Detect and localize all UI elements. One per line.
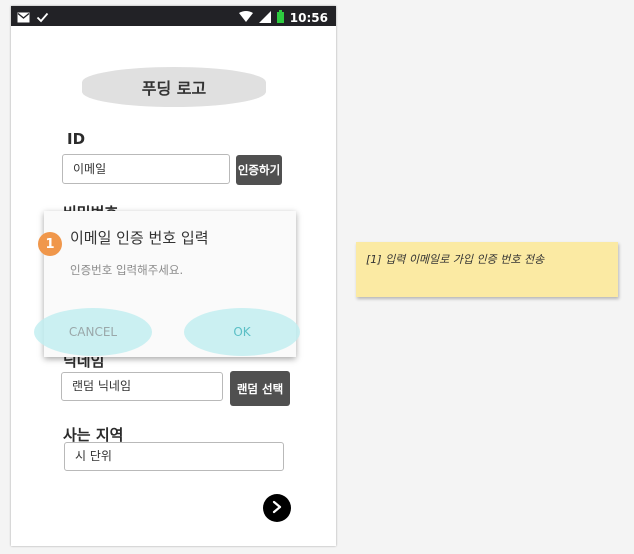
status-time: 10:56: [289, 10, 328, 25]
dialog-message: 인증번호 입력해주세요.: [70, 263, 184, 277]
dialog-title: 이메일 인증 번호 입력: [70, 229, 209, 247]
cancel-button[interactable]: CANCEL: [34, 308, 152, 356]
battery-icon: [276, 8, 284, 27]
app-logo: 푸딩 로고: [82, 67, 266, 107]
verify-button[interactable]: 인증하기: [236, 155, 282, 185]
check-icon: [36, 8, 49, 27]
nickname-input[interactable]: 랜덤 닉네임: [61, 372, 223, 401]
email-input[interactable]: 이메일: [62, 154, 230, 184]
annotation-badge: 1: [38, 232, 62, 256]
random-select-button[interactable]: 랜덤 선택: [230, 371, 290, 406]
mail-icon: [17, 8, 30, 27]
status-bar: 10:56: [11, 6, 336, 26]
ok-button[interactable]: OK: [184, 308, 300, 356]
annotation-note: [1] 입력 이메일로 가입 인증 번호 전송: [356, 242, 618, 297]
id-label: ID: [67, 130, 86, 148]
wifi-icon: [238, 8, 253, 27]
next-button[interactable]: [263, 494, 291, 522]
signal-icon: [258, 8, 271, 27]
phone-screen: 10:56 푸딩 로고 ID 이메일 인증하기 비밀번호 닉네임 랜덤 닉네임 …: [11, 6, 336, 546]
region-input[interactable]: 시 단위: [64, 442, 284, 471]
chevron-right-icon: [270, 499, 284, 518]
